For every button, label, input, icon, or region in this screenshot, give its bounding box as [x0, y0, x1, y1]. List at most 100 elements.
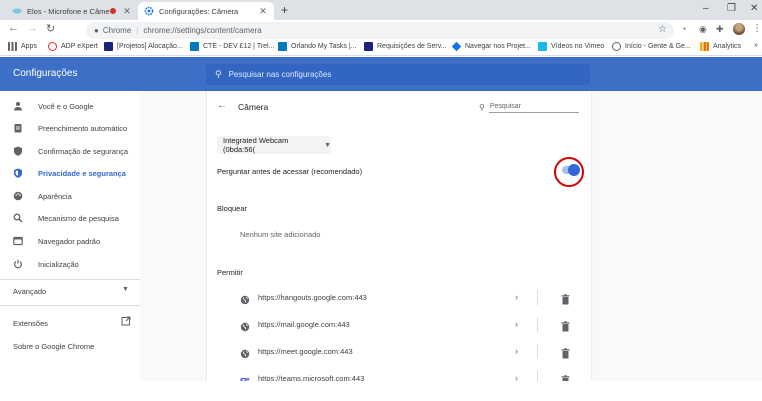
search-placeholder: Pesquisar: [488, 102, 579, 113]
minimize-icon[interactable]: –: [703, 3, 709, 14]
sidebar-item-you-and-google[interactable]: Você e o Google: [0, 96, 140, 116]
tab-title: Configurações: Câmera: [159, 6, 239, 16]
sidebar-item-autofill[interactable]: Preenchimento automático: [0, 118, 140, 138]
search-icon: ⚲: [479, 102, 485, 112]
trello-icon: [278, 42, 287, 51]
allowed-site-row[interactable]: https://mail.google.com:443 ›: [207, 314, 591, 336]
bookmark-item[interactable]: ADP eXpert: [48, 42, 98, 51]
settings-sidebar: Você e o Google Preenchimento automático…: [0, 91, 140, 381]
person-icon: [13, 101, 23, 111]
bookmark-label: Início - Gente & Ge...: [625, 43, 691, 50]
trash-icon[interactable]: [561, 346, 570, 359]
bookmark-item[interactable]: Início - Gente & Ge...: [612, 42, 691, 51]
tab-strip: Elos - Microfone e Câmera ✕ Configuraçõe…: [0, 0, 762, 20]
sidebar-item-safety-check[interactable]: Confirmação de segurança: [0, 141, 140, 161]
bookmark-label: ADP eXpert: [61, 43, 98, 50]
divider: |: [136, 26, 139, 35]
sidebar-item-label: Inicialização: [38, 259, 79, 269]
more-bookmarks-icon[interactable]: »: [754, 42, 758, 49]
sidebar-item-about-chrome[interactable]: Sobre o Google Chrome: [0, 336, 140, 356]
allowed-site-row[interactable]: https://hangouts.google.com:443 ›: [207, 287, 591, 309]
profile-avatar[interactable]: [733, 23, 745, 35]
shield-icon: [13, 146, 23, 156]
block-section-title: Bloquear: [217, 204, 248, 213]
more-menu-icon[interactable]: ⋮: [752, 23, 762, 34]
settings-search-input[interactable]: ⚲ Pesquisar nas configurações: [206, 64, 590, 85]
sidebar-about-label: Sobre o Google Chrome: [13, 342, 95, 351]
bookmark-item[interactable]: Apps: [8, 42, 37, 51]
bookmark-label: Requisições de Serv...: [377, 43, 447, 50]
site-info-icon[interactable]: ●: [94, 26, 99, 35]
close-tab-icon[interactable]: ✕: [122, 6, 132, 17]
apps-grid-icon: [8, 42, 17, 51]
chevron-right-icon[interactable]: ›: [515, 292, 518, 302]
close-window-icon[interactable]: ✕: [750, 3, 758, 14]
globe-icon: [240, 292, 250, 305]
sidebar-advanced-toggle[interactable]: Avançado ▼: [0, 281, 140, 301]
trash-icon[interactable]: [561, 292, 570, 305]
extension-icon[interactable]: ◔: [681, 24, 686, 34]
divider: [537, 290, 538, 305]
close-tab-icon[interactable]: ✕: [258, 6, 268, 17]
privacy-shield-icon: [13, 168, 23, 178]
new-tab-icon[interactable]: +: [281, 3, 288, 17]
projects-icon: [104, 42, 113, 51]
open-in-new-icon: [121, 316, 131, 328]
bookmark-label: Analytics: [713, 43, 742, 50]
page-title: Configurações: [13, 68, 78, 79]
sidebar-item-on-startup[interactable]: Inicialização: [0, 254, 140, 274]
camera-device-value: Integrated Webcam (0bda:56(: [223, 136, 289, 154]
adp-icon: [48, 42, 57, 51]
maximize-icon[interactable]: ❐: [727, 3, 736, 14]
divider: [0, 305, 140, 306]
sidebar-item-label: Privacidade e segurança: [38, 168, 126, 178]
allowed-site-row[interactable]: https://meet.google.com:443 ›: [207, 341, 591, 363]
trash-icon[interactable]: [561, 319, 570, 332]
chevron-down-icon: ▼: [122, 286, 129, 293]
sidebar-item-label: Mecanismo de pesquisa: [38, 213, 119, 223]
divider: [537, 317, 538, 332]
bookmark-label: Apps: [21, 43, 37, 50]
globe-icon: [240, 319, 250, 332]
bookmark-item[interactable]: [Projetos] Alocação...: [104, 42, 183, 51]
reload-icon[interactable]: ↻: [46, 22, 55, 35]
sidebar-item-privacy[interactable]: Privacidade e segurança: [0, 163, 140, 183]
address-bar[interactable]: ● Chrome | chrome://settings/content/cam…: [86, 22, 674, 39]
bookmark-item[interactable]: Requisições de Serv...: [364, 42, 447, 51]
sidebar-item-appearance[interactable]: Aparência: [0, 186, 140, 206]
bookmark-item[interactable]: CTE - DEV £12 | Trel...: [190, 42, 274, 51]
tab-elos[interactable]: Elos - Microfone e Câmera ✕: [6, 2, 138, 20]
sidebar-item-default-browser[interactable]: Navegador padrão: [0, 231, 140, 251]
url-text[interactable]: chrome://settings/content/camera: [143, 26, 261, 35]
allow-section-title: Permitir: [217, 268, 243, 277]
tab-settings-camera[interactable]: Configurações: Câmera ✕: [138, 2, 274, 20]
forward-icon[interactable]: →: [27, 22, 38, 34]
sidebar-advanced-label: Avançado: [13, 287, 47, 296]
chevron-right-icon[interactable]: ›: [515, 319, 518, 329]
bookmark-star-icon[interactable]: ☆: [658, 24, 667, 35]
bookmark-item[interactable]: Vídeos no Vimeo: [538, 42, 604, 51]
bookmark-item[interactable]: Navegar nos Projet...: [451, 41, 531, 52]
chevron-right-icon[interactable]: ›: [515, 346, 518, 356]
search-icon: [13, 213, 23, 223]
bookmark-label: Vídeos no Vimeo: [551, 43, 605, 50]
puzzle-icon[interactable]: ✚: [716, 24, 724, 35]
extension-icon[interactable]: ◉: [699, 24, 707, 35]
back-arrow-icon[interactable]: ←: [217, 100, 227, 111]
camera-device-select[interactable]: Integrated Webcam (0bda:56( ▼: [217, 136, 331, 154]
sidebar-item-search-engine[interactable]: Mecanismo de pesquisa: [0, 208, 140, 228]
sidebar-item-extensions[interactable]: Extensões: [0, 313, 140, 333]
power-icon: [13, 259, 23, 269]
vimeo-icon: [538, 42, 547, 51]
chevron-down-icon: ▼: [324, 141, 331, 149]
bookmark-label: [Projetos] Alocação...: [117, 43, 183, 50]
diamond-icon: [451, 41, 462, 52]
analytics-icon: [700, 42, 709, 51]
sidebar-item-label: Confirmação de segurança: [38, 146, 129, 156]
search-icon: ⚲: [215, 69, 222, 79]
camera-settings-card: ← Câmera ⚲ Pesquisar Integrated Webcam (…: [207, 91, 591, 386]
back-icon[interactable]: ←: [8, 22, 19, 34]
bookmark-item[interactable]: Orlando My Tasks |...: [278, 42, 357, 51]
site-search-input[interactable]: ⚲ Pesquisar: [479, 101, 579, 113]
bookmark-item[interactable]: Analytics: [700, 42, 741, 51]
